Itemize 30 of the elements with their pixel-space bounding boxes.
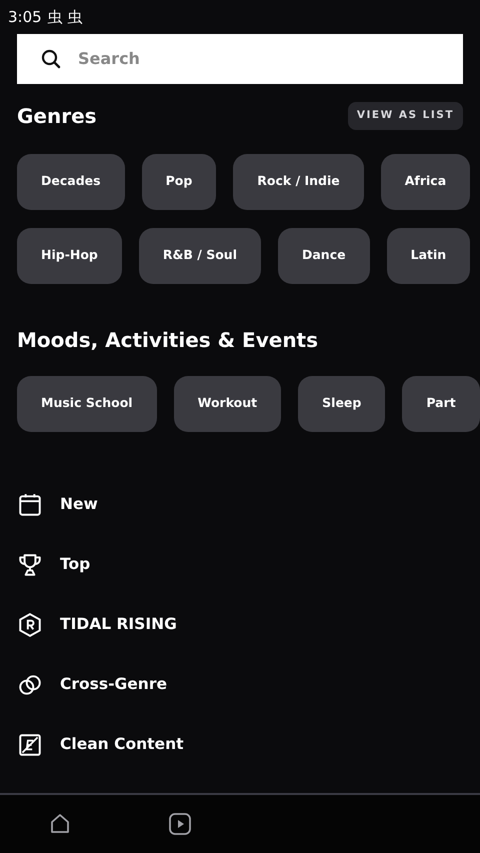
- search-icon: [41, 49, 61, 69]
- genre-chip[interactable]: Hip-Hop: [17, 228, 122, 284]
- menu-link[interactable]: Top: [0, 534, 480, 595]
- trophy-icon: [17, 552, 43, 578]
- search-field[interactable]: Search: [17, 34, 463, 84]
- menu-link[interactable]: New: [0, 474, 480, 535]
- genre-chip[interactable]: Dance: [278, 228, 370, 284]
- menu-link[interactable]: Cross-Genre: [0, 654, 480, 715]
- section-title: Genres: [17, 104, 97, 128]
- play-icon: [167, 811, 193, 837]
- genre-chip[interactable]: Rock / Indie: [233, 154, 364, 210]
- search-input[interactable]: Search: [76, 46, 463, 72]
- view-as-list-button[interactable]: VIEW AS LIST: [348, 102, 463, 130]
- status-time: 3:05: [8, 6, 42, 28]
- notification-icons: 虫 虫: [48, 6, 82, 28]
- genre-chip[interactable]: Workout: [174, 376, 282, 432]
- genre-chip[interactable]: Music School: [17, 376, 157, 432]
- square-e-icon: [17, 732, 43, 758]
- genre-chip[interactable]: Latin: [386, 228, 470, 284]
- genre-chip[interactable]: Sleep: [298, 376, 386, 432]
- hexagon-r-icon: [17, 612, 43, 638]
- genre-chip[interactable]: Part: [402, 376, 480, 432]
- genre-chip[interactable]: Pop: [142, 154, 216, 210]
- menu-link[interactable]: TIDAL RISING: [0, 594, 480, 655]
- genre-chip[interactable]: R&B / Soul: [138, 228, 261, 284]
- menu-link[interactable]: Clean Content: [0, 714, 480, 775]
- genre-chip[interactable]: Decades: [17, 154, 125, 210]
- section-title: Moods, Activities & Events: [17, 328, 318, 352]
- calendar-icon: [17, 492, 43, 518]
- genre-chip[interactable]: Africa: [380, 154, 470, 210]
